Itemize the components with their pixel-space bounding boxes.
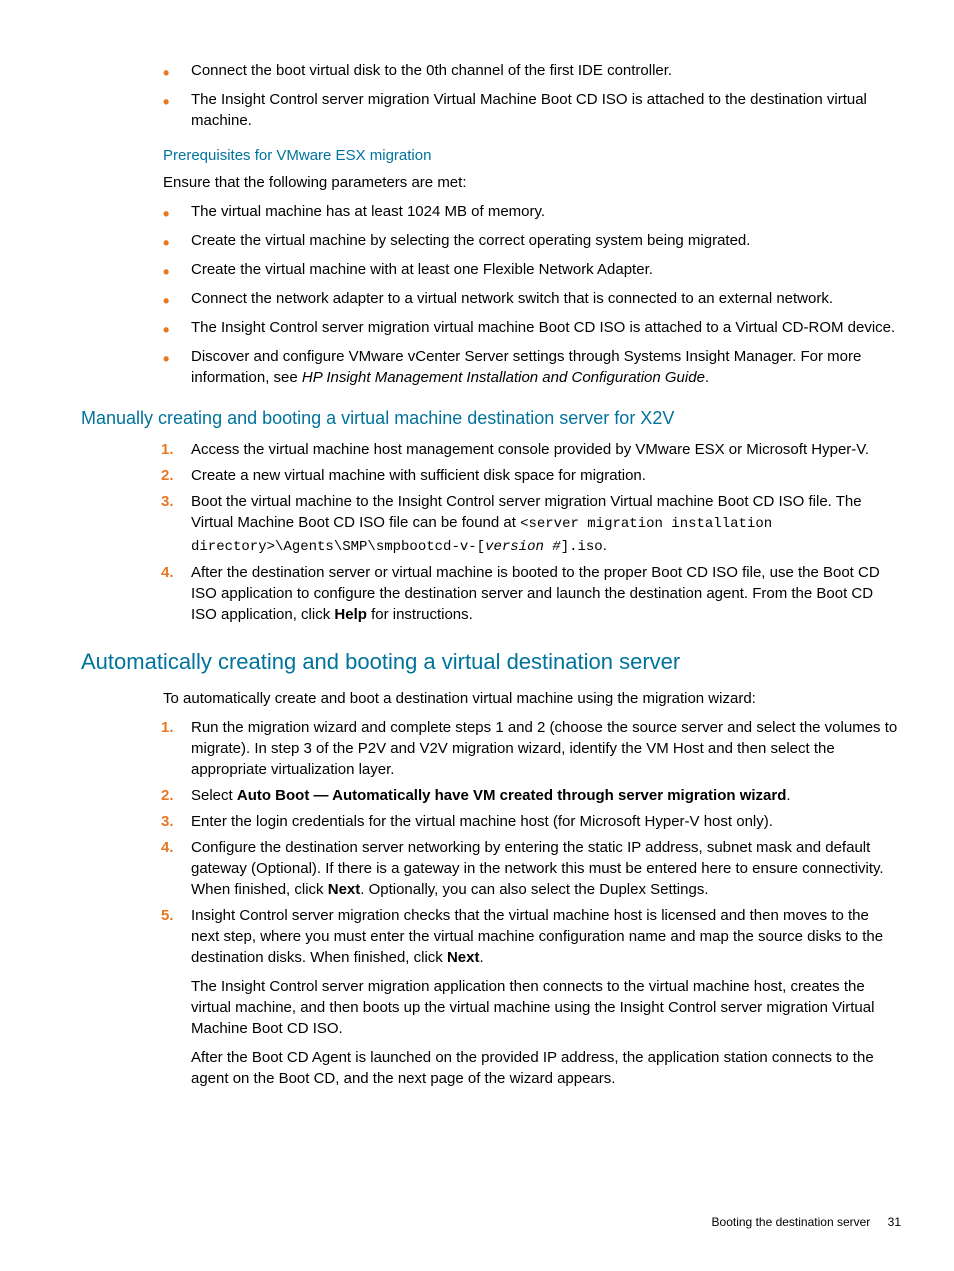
list-item: The Insight Control server migration Vir…	[163, 89, 901, 131]
manual-block: Access the virtual machine host manageme…	[163, 439, 901, 625]
list-item: The virtual machine has at least 1024 MB…	[163, 201, 901, 222]
heading-prerequisites: Prerequisites for VMware ESX migration	[163, 145, 901, 166]
list-item: Boot the virtual machine to the Insight …	[163, 491, 901, 557]
page-footer: Booting the destination server 31	[712, 1214, 901, 1231]
list-item-paragraph: After the Boot CD Agent is launched on t…	[191, 1047, 901, 1089]
list-item: Configure the destination server network…	[163, 837, 901, 900]
list-item: Select Auto Boot — Automatically have VM…	[163, 785, 901, 806]
auto-block: To automatically create and boot a desti…	[163, 688, 901, 1089]
footer-page-number: 31	[888, 1215, 901, 1229]
heading-manual: Manually creating and booting a virtual …	[81, 406, 901, 431]
list-item: Create the virtual machine by selecting …	[163, 230, 901, 251]
auto-intro: To automatically create and boot a desti…	[163, 688, 901, 709]
top-list-block: Connect the boot virtual disk to the 0th…	[163, 60, 901, 131]
footer-text: Booting the destination server	[712, 1215, 871, 1229]
list-item: Connect the boot virtual disk to the 0th…	[163, 60, 901, 81]
list-item: Connect the network adapter to a virtual…	[163, 288, 901, 309]
list-item: Insight Control server migration checks …	[163, 905, 901, 1089]
prereq-intro: Ensure that the following parameters are…	[163, 172, 901, 193]
list-item: Discover and configure VMware vCenter Se…	[163, 346, 901, 388]
list-item-paragraph: The Insight Control server migration app…	[191, 976, 901, 1039]
list-item: Create a new virtual machine with suffic…	[163, 465, 901, 486]
list-item: After the destination server or virtual …	[163, 562, 901, 625]
heading-auto: Automatically creating and booting a vir…	[81, 647, 901, 678]
list-item: Enter the login credentials for the virt…	[163, 811, 901, 832]
prereq-block: Ensure that the following parameters are…	[163, 172, 901, 388]
list-item: Access the virtual machine host manageme…	[163, 439, 901, 460]
list-item: The Insight Control server migration vir…	[163, 317, 901, 338]
list-item: Run the migration wizard and complete st…	[163, 717, 901, 780]
list-item: Create the virtual machine with at least…	[163, 259, 901, 280]
